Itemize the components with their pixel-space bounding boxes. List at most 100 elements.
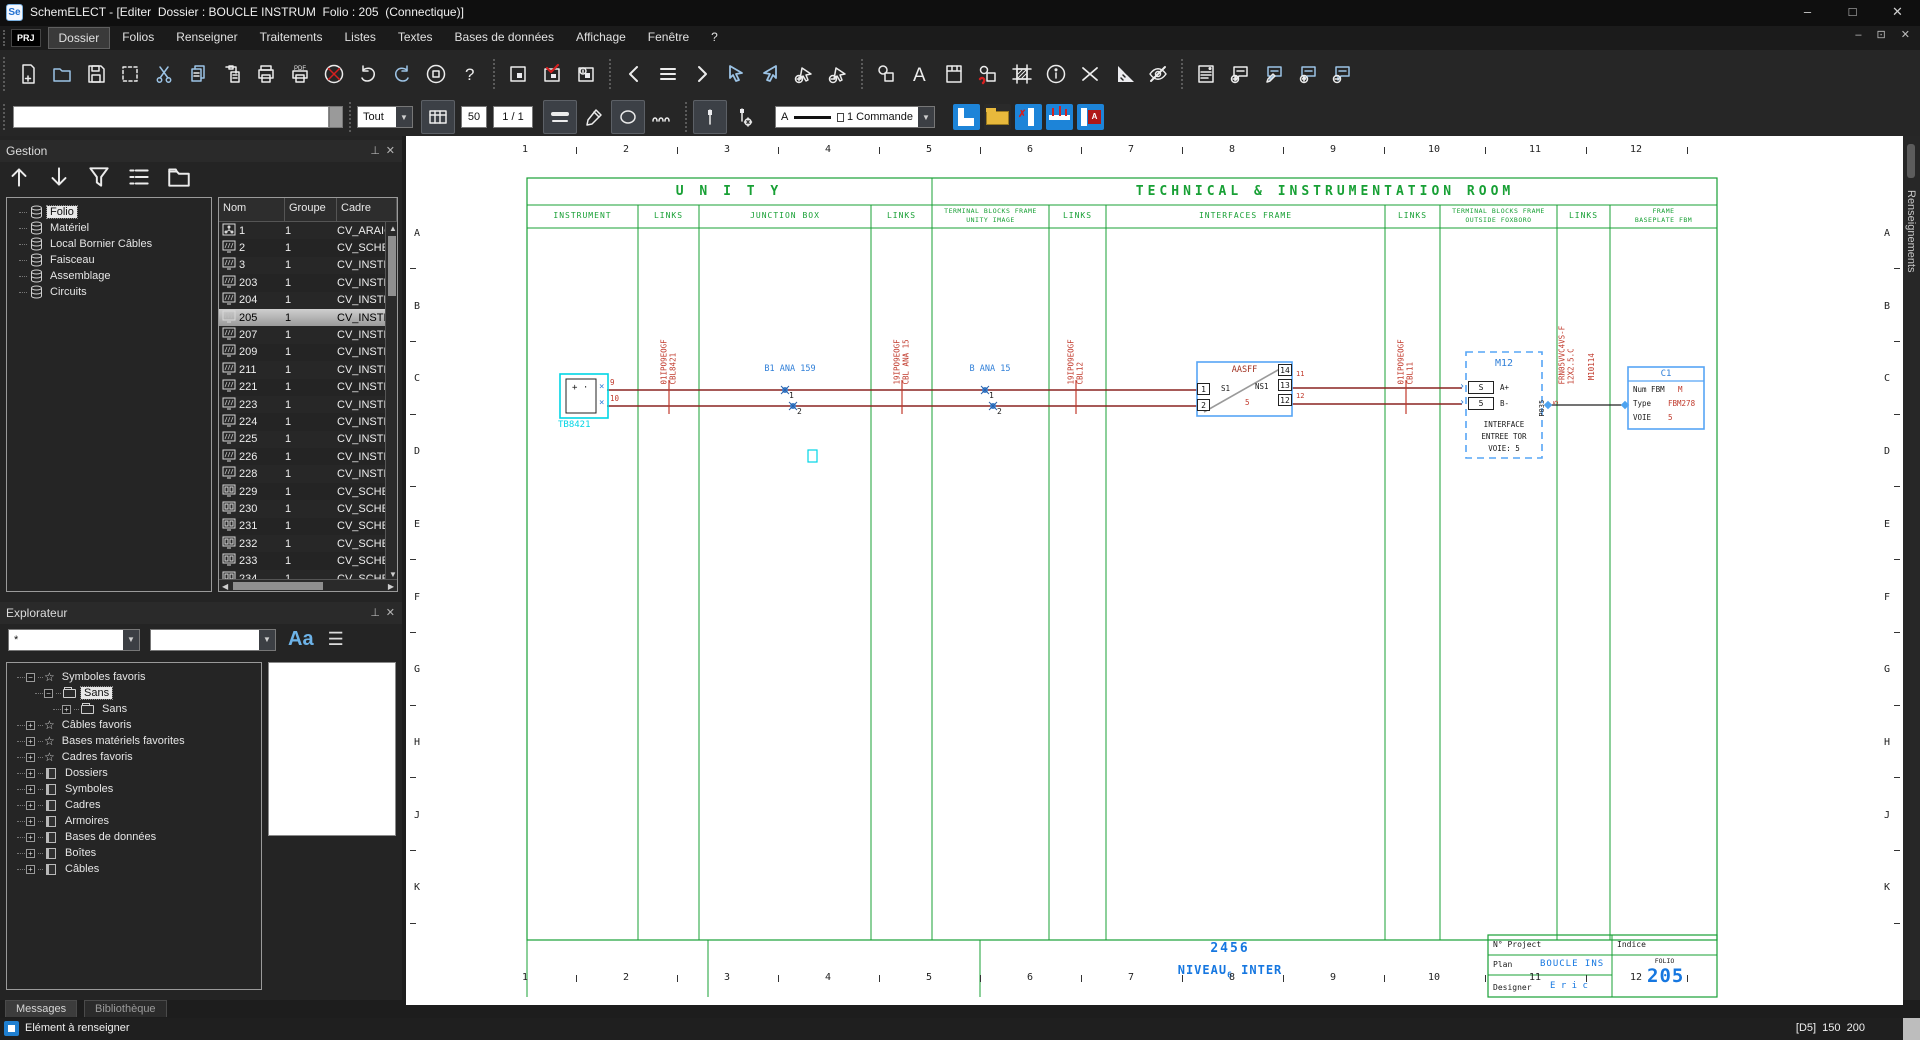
gestion-tree-item-faisceau[interactable]: Faisceau (7, 252, 211, 268)
tab-messages[interactable]: Messages (5, 1000, 77, 1017)
explorateur-tree-item-câbles-favoris[interactable]: +☆Câbles favoris (7, 717, 261, 733)
cut-icon[interactable] (147, 57, 181, 91)
menu-item-renseigner[interactable]: Renseigner (166, 27, 247, 49)
print-icon[interactable] (249, 57, 283, 91)
folder-yellow-icon[interactable] (984, 104, 1011, 130)
expand-icon[interactable]: + (26, 833, 35, 842)
grid-table-icon[interactable] (421, 100, 455, 134)
explorateur-tree-item-symboles[interactable]: +Symboles (7, 781, 261, 797)
menu-item-listes[interactable]: Listes (335, 27, 386, 49)
command-input[interactable] (13, 106, 329, 128)
expand-icon[interactable]: + (26, 817, 35, 826)
explorateur-filter-combo[interactable]: *▼ (8, 629, 140, 651)
table-row-folio-221[interactable]: 2211CV_INSTR (219, 379, 397, 396)
comment-remove-icon[interactable] (1325, 57, 1359, 91)
down-arrow-icon[interactable] (46, 164, 72, 195)
folio-icon[interactable] (501, 57, 535, 91)
list-view-icon[interactable] (126, 164, 152, 195)
schema-pdf-icon[interactable]: A (1077, 104, 1104, 130)
schema-add-icon[interactable] (1046, 104, 1073, 130)
table-row-folio-230[interactable]: 2301CV_SCHE (219, 500, 397, 517)
filter-funnel-icon[interactable] (86, 164, 112, 195)
menu-item-fen-tre[interactable]: Fenêtre (638, 27, 699, 49)
up-arrow-icon[interactable] (6, 164, 32, 195)
comment-sync-icon[interactable] (1291, 57, 1325, 91)
table-row-folio-207[interactable]: 2071CV_INSTR (219, 326, 397, 343)
explorateur-tree-item-boîtes[interactable]: +Boîtes (7, 845, 261, 861)
menu-item-bases-de-donn-es[interactable]: Bases de données (445, 27, 564, 49)
ruler-icon[interactable] (1107, 57, 1141, 91)
folio-list-icon[interactable] (651, 57, 685, 91)
table-row-folio-226[interactable]: 2261CV_INSTR (219, 448, 397, 465)
zoom-out-pointer-icon[interactable] (821, 57, 855, 91)
table-vscrollbar[interactable]: ▲ ▼ (385, 222, 397, 581)
explorateur-tree-item-armoires[interactable]: +Armoires (7, 813, 261, 829)
drag-grip[interactable] (3, 30, 7, 47)
expand-icon[interactable]: + (26, 865, 35, 874)
explorateur-tree-item-cadres-favoris[interactable]: +☆Cadres favoris (7, 749, 261, 765)
comment-edit-icon[interactable] (1257, 57, 1291, 91)
table-row-folio-211[interactable]: 2111CV_INSTR (219, 361, 397, 378)
mdi-window-controls[interactable]: – ⊡ ✕ (1855, 28, 1916, 41)
maximize-button[interactable]: □ (1830, 0, 1875, 26)
shapes-edit-icon[interactable] (971, 57, 1005, 91)
gestion-tree-item-local-bornier-câbles[interactable]: Local Bornier Câbles (7, 236, 211, 252)
explorateur-tree-item-sans[interactable]: −Sans (7, 685, 261, 701)
command-input-button[interactable] (329, 106, 343, 128)
menu-lines-icon[interactable]: ☰ (328, 629, 344, 650)
table-row-folio-203[interactable]: 2031CV_INSTR (219, 274, 397, 291)
table-row-folio-205[interactable]: 2051CV_INSTR (219, 309, 397, 326)
renseignements-tab[interactable]: Renseignements (1905, 190, 1917, 273)
minimize-button[interactable]: – (1785, 0, 1830, 26)
table-row-folio-224[interactable]: 2241CV_INSTR (219, 413, 397, 430)
delete-icon[interactable] (1073, 57, 1107, 91)
redo-icon[interactable] (385, 57, 419, 91)
prev-folio-icon[interactable] (617, 57, 651, 91)
open-folder-icon[interactable] (45, 57, 79, 91)
line-style-checkbox[interactable] (837, 113, 843, 122)
pin-icon[interactable]: ⊥ (370, 606, 380, 619)
frame-icon[interactable] (937, 57, 971, 91)
text-icon[interactable]: A (903, 57, 937, 91)
drag-grip[interactable] (3, 57, 7, 91)
table-row-folio-233[interactable]: 2331CV_SCHE (219, 552, 397, 569)
expand-icon[interactable]: + (26, 801, 35, 810)
font-Aa-icon[interactable]: Aa (288, 628, 314, 651)
menu-item-dossier[interactable]: Dossier (48, 27, 111, 49)
collapse-icon[interactable]: − (44, 689, 53, 698)
table-row-folio-2[interactable]: 21CV_SCHE (219, 239, 397, 256)
folio-info-icon[interactable] (569, 57, 603, 91)
drag-grip[interactable] (3, 104, 7, 131)
expand-icon[interactable]: + (26, 849, 35, 858)
close-panel-icon[interactable]: ✕ (386, 144, 395, 157)
note-icon[interactable] (1189, 57, 1223, 91)
prj-badge[interactable]: PRJ (11, 29, 41, 47)
expand-icon[interactable]: + (26, 721, 35, 730)
next-folio-icon[interactable] (685, 57, 719, 91)
zoom-in-pointer-icon[interactable] (787, 57, 821, 91)
explorateur-tree-item-câbles[interactable]: +Câbles (7, 861, 261, 877)
expand-icon[interactable]: + (26, 769, 35, 778)
menu-item-affichage[interactable]: Affichage (566, 27, 636, 49)
menu-item-?[interactable]: ? (701, 27, 728, 49)
gestion-tree-item-assemblage[interactable]: Assemblage (7, 268, 211, 284)
hatch-icon[interactable] (1005, 57, 1039, 91)
comment-add-icon[interactable] (1223, 57, 1257, 91)
gestion-tree-item-circuits[interactable]: Circuits (7, 284, 211, 300)
explorateur-tree-item-bases-matériels-favorites[interactable]: +☆Bases matériels favorites (7, 733, 261, 749)
folder-icon[interactable] (166, 164, 192, 195)
pin-vertical-icon[interactable] (693, 100, 727, 134)
table-row-folio-231[interactable]: 2311CV_SCHE (219, 518, 397, 535)
copy-icon[interactable] (181, 57, 215, 91)
pencil-icon[interactable] (577, 100, 611, 134)
stop-icon[interactable] (419, 57, 453, 91)
pin-gear-icon[interactable] (727, 100, 761, 134)
table-row-folio-223[interactable]: 2231CV_INSTR (219, 396, 397, 413)
folio-checked-icon[interactable] (535, 57, 569, 91)
table-row-folio-204[interactable]: 2041CV_INSTR (219, 292, 397, 309)
pin-icon[interactable]: ⊥ (370, 144, 380, 157)
line-style-combo[interactable]: A 1 Commande ▼ (775, 106, 935, 128)
line-weight-icon[interactable] (543, 100, 577, 134)
schema-export-icon[interactable]: ✗ (1015, 104, 1042, 130)
filter-combo[interactable]: Tout▼ (357, 106, 413, 128)
